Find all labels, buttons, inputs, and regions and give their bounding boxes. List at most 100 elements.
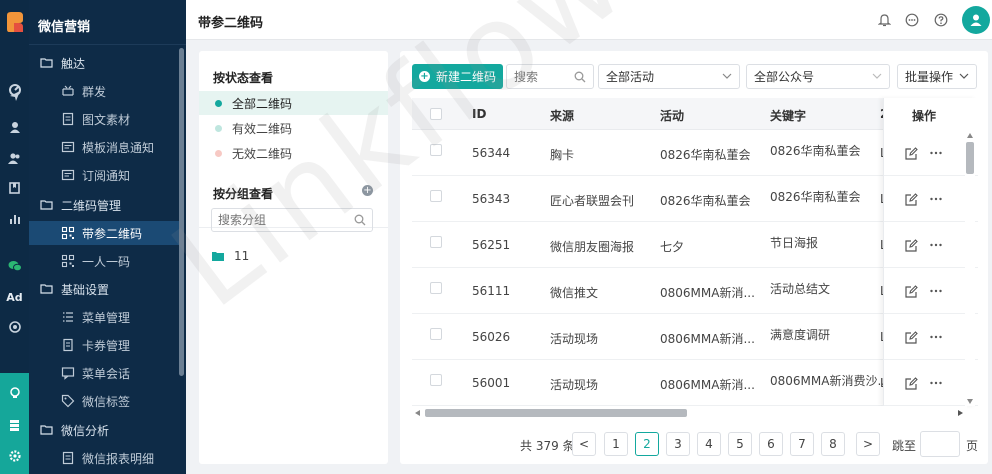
cell-source: 胸卡 (550, 148, 575, 162)
table-horizontal-scrollbar[interactable] (412, 406, 967, 419)
chat-bubble-icon[interactable] (903, 11, 921, 29)
bulb-icon[interactable] (0, 383, 29, 403)
sidebar-item-label: 菜单管理 (82, 310, 131, 325)
row-checkbox[interactable] (430, 190, 442, 202)
scroll-up-icon[interactable] (967, 133, 973, 138)
add-group-button[interactable]: + (362, 185, 373, 196)
sidebar-item[interactable]: 模板消息通知 (29, 135, 179, 159)
sidebar-item-label: 模板消息通知 (82, 140, 155, 155)
server-icon[interactable] (0, 415, 29, 435)
sidebar-item[interactable]: 微信分析 (29, 418, 179, 442)
bookmark-icon[interactable] (0, 178, 29, 198)
sidebar-item[interactable]: 二维码管理 (29, 193, 179, 217)
sidebar-item[interactable]: 菜单会话 (29, 361, 179, 385)
avatar[interactable] (962, 6, 990, 34)
row-checkbox[interactable] (430, 374, 442, 386)
page-button[interactable]: 1 (604, 432, 628, 456)
sidebar-item[interactable]: 微信报表明细 (29, 446, 179, 470)
activity-select[interactable]: 全部活动 (598, 64, 740, 89)
page-button[interactable]: 6 (759, 432, 783, 456)
page-unit-label: 页 (966, 439, 979, 453)
horizontal-scroll-thumb[interactable] (425, 409, 687, 417)
select-all-checkbox[interactable] (430, 108, 442, 120)
ad-label[interactable]: Ad (0, 287, 29, 307)
send-icon[interactable] (0, 86, 29, 106)
folder-icon (40, 282, 54, 296)
more-icon[interactable] (930, 335, 942, 339)
next-page-button[interactable]: > (856, 432, 880, 456)
status-filter-label: 无效二维码 (232, 146, 293, 161)
new-qrcode-button[interactable]: + 新建二维码 (412, 64, 503, 89)
status-filter-label: 全部二维码 (232, 96, 293, 111)
more-icon[interactable] (930, 243, 942, 247)
page-button[interactable]: 3 (666, 432, 690, 456)
sidebar-item[interactable]: 订阅通知 (29, 163, 179, 187)
column-header-activity: 活动 (660, 109, 685, 123)
sidebar-item[interactable]: 触达 (29, 51, 179, 75)
cell-keyword: 0806MMA新消费沙... (770, 374, 889, 388)
jump-page-input[interactable] (922, 433, 958, 455)
prev-page-button[interactable]: < (572, 432, 596, 456)
status-filter-item[interactable]: 无效二维码 (199, 141, 388, 165)
more-icon[interactable] (930, 381, 942, 385)
user-icon[interactable] (0, 117, 29, 137)
search-icon[interactable] (354, 214, 366, 226)
settings-icon[interactable] (0, 446, 29, 466)
vertical-scroll-thumb[interactable] (966, 142, 974, 174)
group-item[interactable]: 11 (212, 249, 249, 263)
users-icon[interactable] (0, 148, 29, 168)
edit-icon[interactable] (905, 285, 918, 298)
more-icon[interactable] (930, 151, 942, 155)
row-checkbox[interactable] (430, 282, 442, 294)
more-icon[interactable] (930, 197, 942, 201)
sidebar-item-label: 带参二维码 (82, 226, 143, 241)
batch-operations-button[interactable]: 批量操作 (897, 64, 977, 89)
target-icon[interactable] (0, 317, 29, 337)
sidebar-item[interactable]: 一人一码 (29, 249, 179, 273)
scroll-down-icon[interactable] (967, 399, 973, 404)
row-checkbox[interactable] (430, 144, 442, 156)
sidebar-item[interactable]: 基础设置 (29, 277, 179, 301)
more-icon[interactable] (930, 289, 942, 293)
account-select[interactable]: 全部公众号 (746, 64, 890, 89)
sidebar-item[interactable]: 带参二维码 (29, 221, 179, 245)
scroll-right-icon[interactable] (958, 410, 963, 416)
status-filter-item[interactable]: 有效二维码 (199, 116, 388, 140)
batch-operations-label: 批量操作 (905, 70, 954, 84)
search-input[interactable] (514, 69, 574, 84)
sidebar-item-label: 微信报表明细 (82, 451, 155, 466)
wechat-icon[interactable] (0, 256, 29, 276)
page-button[interactable]: 5 (728, 432, 752, 456)
cell-keyword: 0826华南私董会 (770, 144, 861, 158)
sidebar-item[interactable]: 群发 (29, 79, 179, 103)
page-button[interactable]: 4 (697, 432, 721, 456)
group-search (211, 208, 373, 232)
sidebar-scrollbar[interactable] (179, 48, 184, 376)
table-vertical-scrollbar[interactable] (965, 131, 975, 406)
page-button[interactable]: 8 (821, 432, 845, 456)
sidebar-item[interactable]: 微信标签 (29, 389, 179, 413)
cell-keyword: 活动总结文 (770, 282, 831, 296)
edit-icon[interactable] (905, 239, 918, 252)
sidebar-item[interactable]: 菜单管理 (29, 305, 179, 329)
edit-icon[interactable] (905, 377, 918, 390)
sidebar-item[interactable]: 图文素材 (29, 107, 179, 131)
edit-icon[interactable] (905, 193, 918, 206)
scroll-left-icon[interactable] (415, 410, 420, 416)
edit-icon[interactable] (905, 331, 918, 344)
row-checkbox[interactable] (430, 236, 442, 248)
total-count: 共 379 条 (520, 439, 575, 453)
search-icon[interactable] (574, 71, 586, 83)
sidebar-item-label: 菜单会话 (82, 366, 131, 381)
search-field (506, 64, 594, 89)
status-filter-item[interactable]: 全部二维码 (199, 91, 388, 115)
bell-icon[interactable] (875, 11, 893, 29)
help-icon[interactable] (932, 11, 950, 29)
sidebar-item[interactable]: 卡券管理 (29, 333, 179, 357)
row-checkbox[interactable] (430, 328, 442, 340)
edit-icon[interactable] (905, 147, 918, 160)
page-button[interactable]: 7 (790, 432, 814, 456)
group-search-input[interactable] (218, 209, 348, 231)
chart-icon[interactable] (0, 209, 29, 229)
page-button[interactable]: 2 (635, 432, 659, 456)
